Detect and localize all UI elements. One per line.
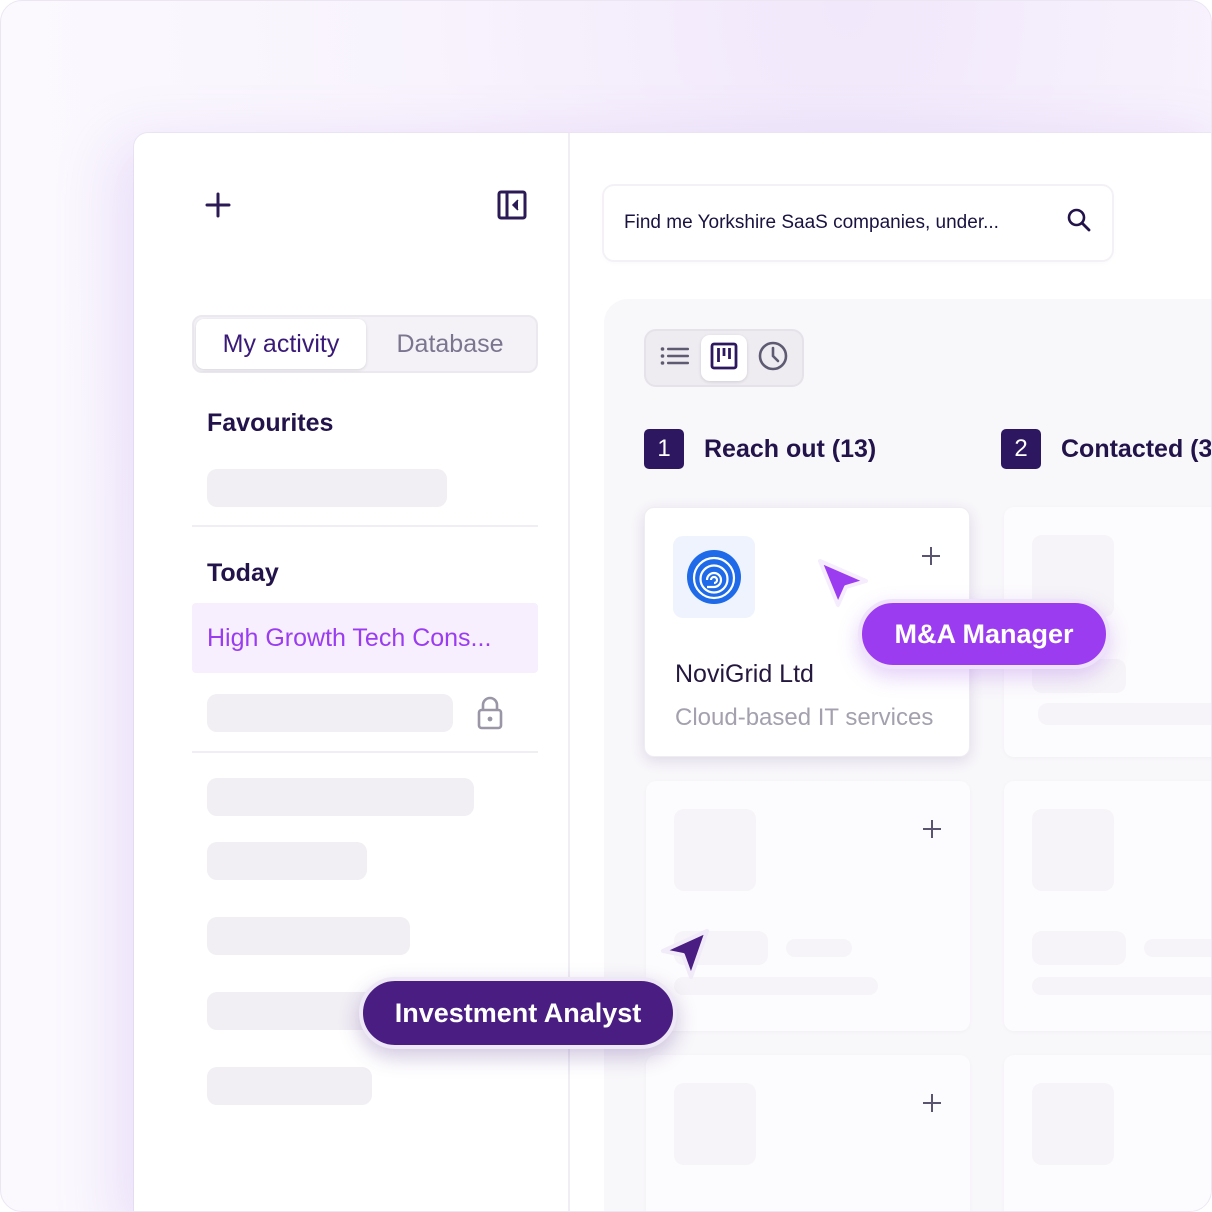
today-heading: Today	[207, 559, 279, 587]
timeline-view-button[interactable]	[751, 335, 796, 381]
text-placeholder	[1038, 703, 1211, 725]
column-title: Contacted (3)	[1061, 434, 1212, 463]
tab-database[interactable]: Database	[366, 319, 534, 369]
sidebar-item-high-growth[interactable]: High Growth Tech Cons...	[192, 603, 538, 673]
card-placeholder	[646, 781, 970, 1031]
list-item-placeholder	[207, 842, 367, 880]
list-item-placeholder	[207, 917, 410, 955]
list-item-placeholder	[207, 992, 377, 1030]
favourites-heading: Favourites	[207, 409, 334, 437]
list-icon	[660, 346, 690, 371]
background-canvas: My activity Database Favourites Today Hi…	[0, 0, 1212, 1212]
kanban-board: 1 Reach out (13) 2 Contacted (3) NoviGri…	[604, 299, 1212, 1211]
kanban-view-button[interactable]	[701, 335, 747, 381]
company-name: NoviGrid Ltd	[675, 660, 814, 688]
logo-placeholder	[1032, 1083, 1114, 1165]
column-number: 1	[644, 429, 684, 469]
card-placeholder	[1004, 1055, 1211, 1211]
view-switcher	[644, 329, 804, 387]
company-description: Cloud-based IT services	[675, 704, 934, 731]
logo-placeholder	[1032, 809, 1114, 891]
company-logo	[673, 536, 755, 618]
cursor-pointer-icon	[816, 557, 872, 614]
list-item-placeholder	[207, 694, 453, 732]
text-placeholder	[1032, 977, 1211, 995]
logo-placeholder	[674, 1083, 756, 1165]
add-icon[interactable]	[921, 542, 941, 572]
search-bar[interactable]: Find me Yorkshire SaaS companies, under.…	[604, 186, 1112, 260]
divider	[192, 525, 538, 527]
text-placeholder	[1032, 931, 1126, 965]
activity-tabs: My activity Database	[192, 315, 538, 373]
collapse-sidebar-icon[interactable]	[496, 189, 528, 221]
column-number: 2	[1001, 429, 1041, 469]
favourite-placeholder	[207, 469, 447, 507]
clock-icon	[757, 340, 789, 377]
column-title: Reach out (13)	[704, 434, 877, 463]
text-placeholder	[786, 939, 852, 957]
add-icon[interactable]	[922, 815, 942, 845]
card-placeholder	[1004, 781, 1211, 1031]
column-header-reach-out: 1 Reach out (13)	[644, 429, 876, 469]
app-window: My activity Database Favourites Today Hi…	[134, 133, 1212, 1211]
investment-analyst-label: Investment Analyst	[359, 977, 677, 1049]
column-header-contacted: 2 Contacted (3)	[1001, 429, 1212, 469]
logo-placeholder	[674, 809, 756, 891]
list-item-placeholder	[207, 1067, 372, 1105]
divider	[192, 751, 538, 753]
lock-icon	[476, 695, 504, 731]
tab-my-activity[interactable]: My activity	[196, 319, 366, 369]
list-item-placeholder	[207, 778, 474, 816]
cursor-pointer-icon	[657, 927, 713, 988]
list-view-button[interactable]	[652, 335, 697, 381]
search-icon[interactable]	[1066, 207, 1092, 239]
add-icon[interactable]	[922, 1089, 942, 1119]
sidebar: My activity Database Favourites Today Hi…	[134, 133, 570, 1211]
text-placeholder	[1144, 939, 1211, 957]
ma-manager-label: M&A Manager	[858, 599, 1110, 669]
search-query[interactable]: Find me Yorkshire SaaS companies, under.…	[624, 212, 1066, 234]
kanban-icon	[710, 342, 738, 375]
new-plus-icon[interactable]	[202, 189, 234, 221]
card-placeholder	[646, 1055, 970, 1211]
